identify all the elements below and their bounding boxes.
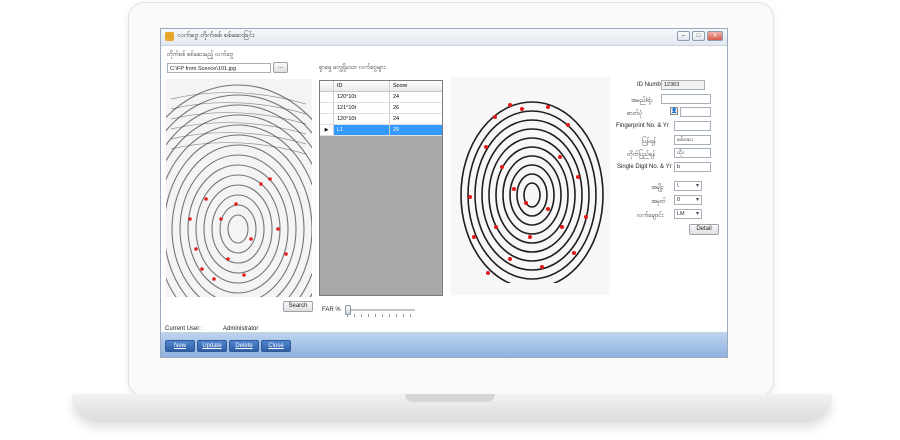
finger-label: အမျိုး: [651, 185, 664, 191]
new-button[interactable]: New: [165, 340, 195, 352]
photo-field[interactable]: [680, 107, 711, 117]
position-label: လက်ချောင်း: [637, 213, 664, 219]
query-fingerprint-image: [166, 79, 312, 297]
person-icon: 👤: [670, 107, 678, 115]
fingerprint-no-field[interactable]: [674, 121, 711, 131]
row-indicator: [320, 114, 334, 124]
maximize-button[interactable]: □: [692, 31, 705, 41]
hand-label: အမှတ်: [651, 199, 666, 205]
hand-select[interactable]: 0: [674, 195, 702, 205]
title-bar: လက်ဗွေ တိုက်စစ် စစ်ဆေးခြင်း – □ x: [161, 29, 727, 46]
row-indicator: [320, 103, 334, 113]
row-id: 121°10t: [334, 103, 390, 113]
column-header-score[interactable]: Score: [390, 81, 442, 91]
grid-header-indicator: [320, 81, 334, 91]
row-score: 26: [393, 105, 400, 111]
row-score: 24: [393, 94, 400, 100]
detail-button[interactable]: Detail: [689, 224, 719, 235]
input-fingerprint-label: တိုက်စစ် စစ်ဆေးမည့် လက်ဗွေ: [167, 52, 234, 58]
sub-class-label: တိုက်ပြည်ရန်: [627, 152, 656, 158]
photo-label: ဓာတ်ပုံ: [627, 111, 643, 117]
table-row[interactable]: 121°10t 26: [320, 103, 442, 114]
row-indicator: [320, 92, 334, 102]
sub-class-field[interactable]: ထိုး: [674, 148, 711, 158]
row-id: 120°10t: [334, 114, 390, 124]
position-select[interactable]: LM: [674, 209, 702, 219]
row-score: 29: [393, 127, 400, 133]
file-path-input[interactable]: C:\FP from Scence\101.jpg: [167, 63, 271, 73]
matched-fingerprint-svg: [450, 77, 610, 295]
update-button[interactable]: Update: [197, 340, 227, 352]
far-slider-ticks: [347, 314, 413, 317]
laptop-notch: [405, 394, 495, 402]
search-button[interactable]: Search: [283, 301, 313, 312]
row-id: L1: [334, 125, 390, 135]
name-label: အမည်/ရုံး: [631, 98, 653, 104]
far-label: FAR %: [322, 307, 341, 313]
delete-button[interactable]: Delete: [229, 340, 259, 352]
row-id: 120°10t: [334, 92, 390, 102]
close-button[interactable]: Close: [261, 340, 291, 352]
window-controls: – □ x: [677, 31, 723, 41]
single-digit-label: Single Digit No. & Yr: [617, 164, 672, 170]
row-score: 24: [393, 116, 400, 122]
table-row-selected[interactable]: ▶ L1 29: [320, 125, 442, 136]
far-slider-track[interactable]: [345, 309, 415, 311]
close-window-button[interactable]: x: [707, 31, 723, 41]
results-grid: ID Score 120°10t 24 121°10t 26 120°10t 2…: [319, 80, 443, 296]
table-row[interactable]: 120°10t 24: [320, 92, 442, 103]
minimize-button[interactable]: –: [677, 31, 690, 41]
query-fingerprint-svg: [166, 79, 312, 297]
current-row-arrow-icon: ▶: [320, 125, 334, 135]
action-bar: New Update Delete Close: [161, 333, 727, 357]
table-row[interactable]: 120°10t 24: [320, 114, 442, 125]
name-field[interactable]: [661, 94, 711, 104]
app-icon: [165, 32, 174, 41]
fingerprint-no-label: Fingerprint No. & Yr: [616, 123, 669, 129]
grid-header: ID Score: [320, 81, 442, 92]
single-digit-field[interactable]: b: [674, 162, 711, 172]
app-window: လက်ဗွေ တိုက်စစ် စစ်ဆေးခြင်း – □ x တိုက်စ…: [160, 28, 728, 358]
finger-select[interactable]: \: [674, 181, 702, 191]
column-header-id[interactable]: ID: [334, 81, 390, 91]
classification-label: ပြန်ရန်: [642, 139, 657, 145]
classification-field[interactable]: စစ်ဆေး: [674, 135, 711, 145]
results-title: ရှာဖွေ တွေ့ရှိသော လက်ဗွေများ: [319, 65, 386, 71]
browse-button[interactable]: ...: [273, 62, 288, 73]
matched-fingerprint-image: [450, 77, 610, 295]
id-number-field[interactable]: 12363: [661, 80, 705, 90]
window-title: လက်ဗွေ တိုက်စစ် စစ်ဆေးခြင်း: [177, 32, 255, 39]
